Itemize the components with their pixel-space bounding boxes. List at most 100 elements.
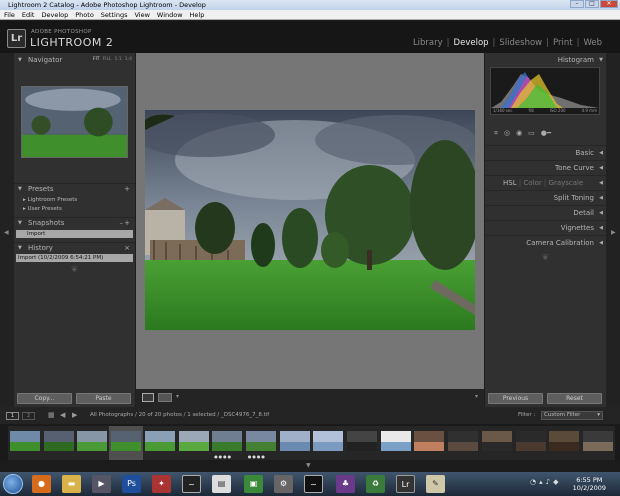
filmstrip-thumbnail[interactable] [277,426,312,460]
right-panel-edge[interactable]: ▶ [606,53,620,407]
app-icon[interactable]: ~ [304,475,323,493]
app-icon[interactable]: ~ [182,475,201,493]
maximize-button[interactable]: □ [585,0,599,8]
module-develop[interactable]: Develop [454,38,489,48]
menu-photo[interactable]: Photo [75,10,94,19]
filmstrip-thumbnail[interactable] [446,426,481,460]
menu-window[interactable]: Window [157,10,183,19]
preset-folder-lightroom[interactable]: ▸ Lightroom Presets [23,196,77,204]
add-snapshot-icon[interactable]: + [124,218,130,228]
reset-button[interactable]: Reset [547,393,602,404]
nav-mode-fit[interactable]: FIT [93,55,100,65]
app-icon[interactable]: ⚙ [274,475,293,493]
minimize-button[interactable]: – [570,0,584,8]
history-item[interactable]: Import (10/2/2009 6:54:21 PM) [16,254,133,262]
filmstrip-thumbnail[interactable] [580,426,615,460]
network-icon[interactable]: ▴ [539,478,543,486]
navigator-preview[interactable] [21,86,128,158]
paste-button[interactable]: Paste [76,393,131,404]
module-web[interactable]: Web [583,38,602,48]
system-clock[interactable]: 6:55 PM 10/2/2009 [573,476,606,492]
snapshots-header[interactable]: ▼ Snapshots – + [14,217,135,227]
forward-arrow-icon[interactable]: ▶ [72,411,77,419]
left-panel-edge[interactable]: ◀ [0,53,14,407]
filmstrip-thumbnail[interactable] [412,426,447,460]
filmstrip-thumbnail[interactable] [75,426,110,460]
filmstrip-thumbnail[interactable] [176,426,211,460]
previous-button[interactable]: Previous [488,393,543,404]
tray-icon[interactable]: ◆ [553,478,558,486]
filmstrip-thumbnail[interactable] [8,426,42,460]
hsl-tab[interactable]: HSL [503,179,517,187]
filmstrip-thumbnail[interactable] [547,426,582,460]
color-tab[interactable]: Color [523,179,541,187]
grid-view-icon[interactable]: ▦ [48,411,55,419]
folder-icon[interactable]: ▬ [62,475,81,493]
grayscale-tab[interactable]: Grayscale [549,179,584,187]
clear-history-icon[interactable]: × [124,243,130,253]
page-2-tab[interactable]: 2 [22,412,35,420]
app-icon[interactable]: ♻ [366,475,385,493]
section-split-toning[interactable]: Split Toning ◀ [485,190,606,204]
section-tone-curve[interactable]: Tone Curve ◀ [485,160,606,174]
filmstrip-thumbnail[interactable] [345,426,379,460]
nav-mode-fill[interactable]: FILL [103,55,112,65]
section-hsl[interactable]: HSL | Color | Grayscale ◀ [485,175,606,189]
filmstrip-source[interactable]: All Photographs / 20 of 20 photos / 1 se… [90,412,269,418]
adjustment-brush-icon[interactable]: ●━ [541,129,551,137]
nav-mode-1-1[interactable]: 1:1 [115,55,122,65]
filmstrip-thumbnail[interactable] [109,426,144,460]
navigator-header[interactable]: ▼ Navigator FIT FILL 1:1 1:4 [14,55,135,65]
filmstrip-thumbnail[interactable]: ●●●● [243,426,278,460]
filmstrip-thumbnail[interactable] [479,426,514,460]
section-basic[interactable]: Basic ◀ [485,145,606,159]
filmstrip-thumbnail[interactable] [142,426,177,460]
remove-snapshot-icon[interactable]: – [120,218,124,228]
menu-develop[interactable]: Develop [41,10,68,19]
filmstrip-thumbnail[interactable] [311,426,346,460]
histogram-display[interactable]: 1/160 sec f/8 ISO 200 4.9 mm [490,67,600,115]
nav-mode-zoom[interactable]: 1:4 [125,55,132,65]
histogram-header[interactable]: Histogram ▼ [485,53,606,67]
module-library[interactable]: Library [413,38,443,48]
presets-header[interactable]: ▼ Presets + [14,183,135,193]
loupe-view-icon[interactable] [142,393,154,402]
preset-folder-user[interactable]: ▸ User Presets [23,205,62,213]
before-after-icon[interactable] [158,393,172,402]
app-icon[interactable]: ♣ [336,475,355,493]
page-1-tab[interactable]: 1 [6,412,19,420]
document-icon[interactable]: ▤ [212,475,231,493]
menu-settings[interactable]: Settings [101,10,128,19]
filter-select[interactable]: Custom Filter ▾ [541,411,603,420]
copy-button[interactable]: Copy... [17,393,72,404]
menu-help[interactable]: Help [190,10,205,19]
menu-view[interactable]: View [134,10,149,19]
filmstrip-thumbnail[interactable]: ●●●● [210,426,245,460]
photoshop-icon[interactable]: Ps [122,475,141,493]
collapse-right-icon[interactable]: ▶ [611,229,616,236]
menu-edit[interactable]: Edit [22,10,35,19]
close-button[interactable]: ✕ [600,0,618,8]
section-camera-calibration[interactable]: Camera Calibration ◀ [485,235,606,249]
menu-file[interactable]: File [4,10,15,19]
snapshot-item[interactable]: Import [16,230,133,238]
history-header[interactable]: ▼ History × [14,242,135,252]
section-vignettes[interactable]: Vignettes ◀ [485,220,606,234]
toolbar-menu-icon[interactable]: ▾ [475,393,478,400]
module-print[interactable]: Print [553,38,573,48]
main-photo[interactable] [145,110,475,330]
graduated-filter-icon[interactable]: ▭ [528,129,535,137]
back-arrow-icon[interactable]: ◀ [60,411,65,419]
collapse-left-icon[interactable]: ◀ [4,229,9,236]
volume-icon[interactable]: ♪ [546,478,550,486]
crop-tool-icon[interactable]: ⌗ [494,129,498,138]
filmstrip-thumbnail[interactable] [513,426,548,460]
app-icon[interactable]: ✦ [152,475,171,493]
tray-icon[interactable]: ◔ [530,478,536,486]
filmstrip-thumbnail[interactable] [41,426,76,460]
start-button[interactable] [3,474,23,494]
red-eye-icon[interactable]: ◉ [516,129,522,137]
add-preset-icon[interactable]: + [124,184,130,194]
dropdown-arrow-icon[interactable]: ▾ [176,393,179,400]
firefox-icon[interactable]: ● [32,475,51,493]
